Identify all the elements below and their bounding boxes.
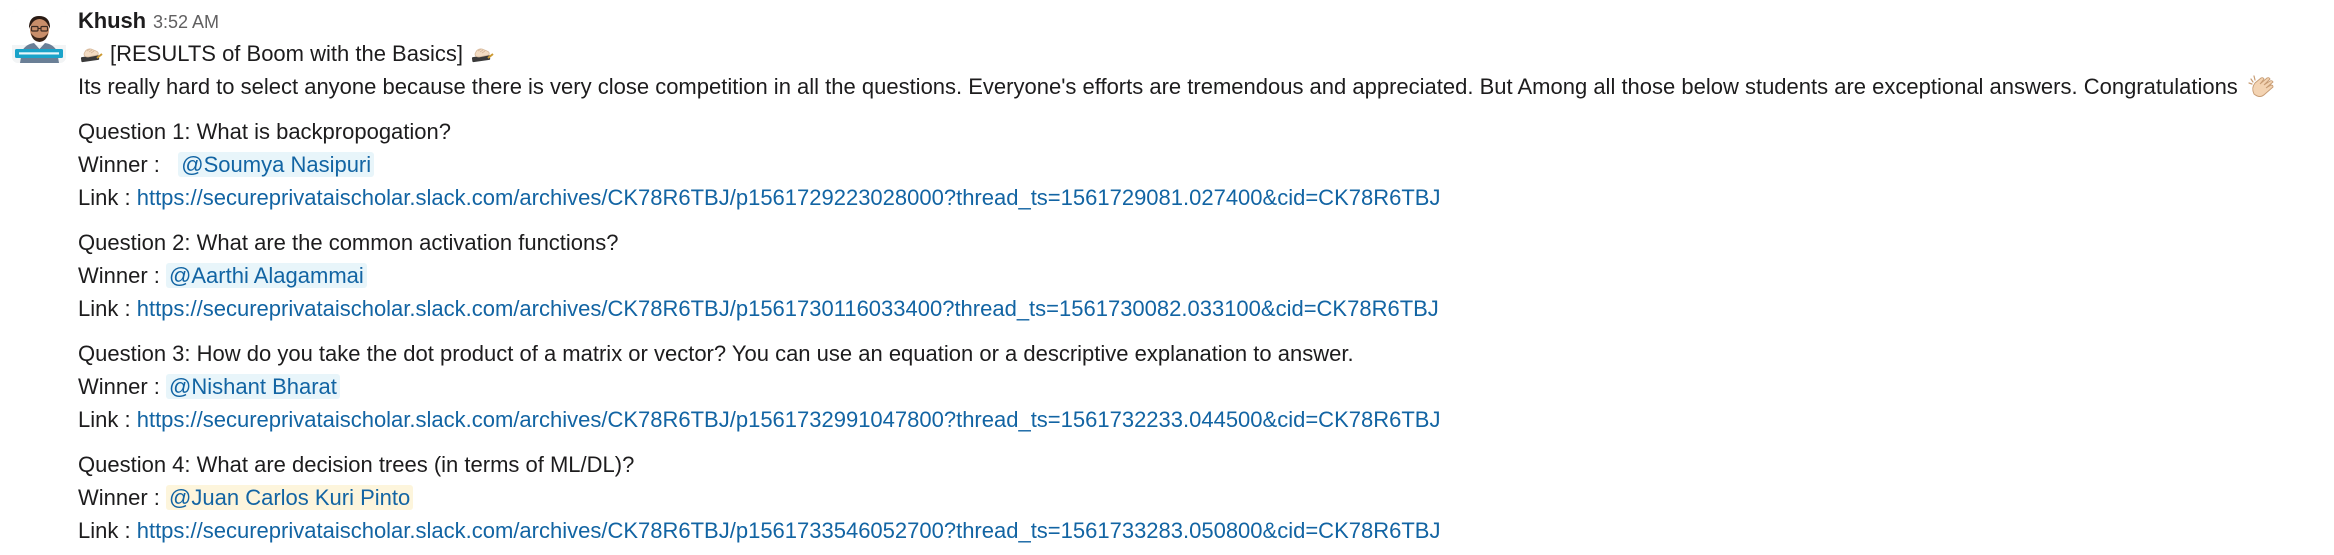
link-line: Link : https://secureprivataischolar.sla… bbox=[78, 403, 2334, 436]
link-label: Link : bbox=[78, 407, 131, 432]
writing-hand-emoji-icon bbox=[78, 40, 104, 66]
winner-label: Winner : bbox=[78, 263, 160, 288]
user-avatar-photo-icon bbox=[12, 9, 66, 63]
winner-label: Winner : bbox=[78, 152, 160, 177]
link-line: Link : https://secureprivataischolar.sla… bbox=[78, 514, 2334, 547]
user-mention[interactable]: @Juan Carlos Kuri Pinto bbox=[166, 485, 414, 510]
message-title: [RESULTS of Boom with the Basics] bbox=[110, 40, 463, 66]
thread-link[interactable]: https://secureprivataischolar.slack.com/… bbox=[137, 407, 1441, 432]
link-line: Link : https://secureprivataischolar.sla… bbox=[78, 292, 2334, 325]
question-text: Question 3: How do you take the dot prod… bbox=[78, 341, 1354, 366]
message-container: Khush 3:52 AM [RESULTS of Boom with the … bbox=[0, 0, 2334, 555]
author-name[interactable]: Khush bbox=[78, 8, 146, 34]
avatar[interactable] bbox=[12, 9, 66, 63]
question-text: Question 2: What are the common activati… bbox=[78, 230, 619, 255]
winner-line: Winner : @Nishant Bharat bbox=[78, 370, 2334, 403]
user-mention[interactable]: @Soumya Nasipuri bbox=[178, 152, 375, 177]
link-label: Link : bbox=[78, 185, 131, 210]
thread-link[interactable]: https://secureprivataischolar.slack.com/… bbox=[137, 185, 1441, 210]
question-block-3: Question 3: How do you take the dot prod… bbox=[78, 337, 2334, 436]
message-header: Khush 3:52 AM bbox=[78, 8, 2334, 36]
winner-line: Winner : @Soumya Nasipuri bbox=[78, 148, 2334, 181]
winner-line: Winner : @Juan Carlos Kuri Pinto bbox=[78, 481, 2334, 514]
thread-link[interactable]: https://secureprivataischolar.slack.com/… bbox=[137, 518, 1441, 543]
winner-label: Winner : bbox=[78, 485, 160, 510]
question-block-4: Question 4: What are decision trees (in … bbox=[78, 448, 2334, 547]
message-title-line: [RESULTS of Boom with the Basics] bbox=[78, 36, 2334, 70]
link-label: Link : bbox=[78, 296, 131, 321]
question-block-2: Question 2: What are the common activati… bbox=[78, 226, 2334, 325]
link-line: Link : https://secureprivataischolar.sla… bbox=[78, 181, 2334, 214]
question-text: Question 1: What is backpropogation? bbox=[78, 119, 452, 144]
message-content: Khush 3:52 AM [RESULTS of Boom with the … bbox=[78, 8, 2334, 547]
thread-link[interactable]: https://secureprivataischolar.slack.com/… bbox=[137, 296, 1439, 321]
question-text: Question 4: What are decision trees (in … bbox=[78, 452, 635, 477]
winner-line: Winner : @Aarthi Alagammai bbox=[78, 259, 2334, 292]
user-mention[interactable]: @Aarthi Alagammai bbox=[166, 263, 367, 288]
message-timestamp[interactable]: 3:52 AM bbox=[153, 12, 219, 33]
winner-label: Winner : bbox=[78, 374, 160, 399]
intro-paragraph: Its really hard to select anyone because… bbox=[78, 70, 2334, 103]
question-block-1: Question 1: What is backpropogation? Win… bbox=[78, 115, 2334, 214]
clapping-hands-emoji-icon bbox=[2248, 74, 2278, 102]
intro-text: Its really hard to select anyone because… bbox=[78, 74, 2238, 99]
writing-hand-emoji-icon bbox=[469, 40, 495, 66]
link-label: Link : bbox=[78, 518, 131, 543]
user-mention[interactable]: @Nishant Bharat bbox=[166, 374, 340, 399]
